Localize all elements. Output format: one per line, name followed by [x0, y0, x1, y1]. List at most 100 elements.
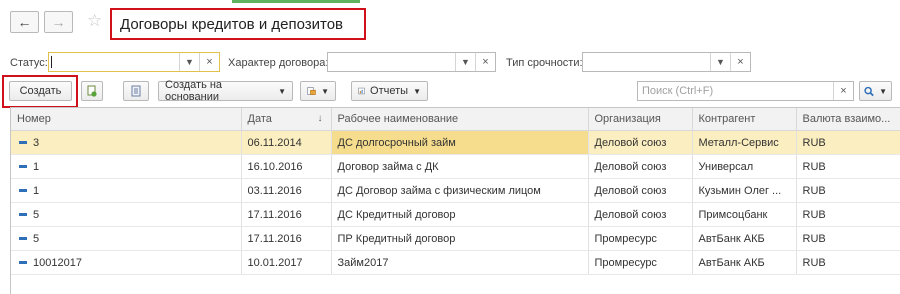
status-label: Статус: [10, 57, 48, 69]
cell-currency[interactable]: RUB [796, 130, 900, 155]
contracts-table[interactable]: Номер Дата ↓ Рабочее наименование Организ… [10, 107, 900, 294]
cell-number[interactable]: 5 [11, 202, 242, 227]
sort-down-icon: ↓ [317, 113, 323, 124]
cell-counterparty[interactable]: Кузьмин Олег ... [692, 178, 797, 203]
list-button[interactable] [123, 81, 149, 101]
term-type-input[interactable] [583, 53, 710, 71]
arrow-right-icon: → [51, 14, 66, 30]
table-row[interactable]: 1 03.11.2016 ДС Договор займа с физическим… [11, 178, 900, 203]
cell-name[interactable]: Договор займа с ДК [331, 154, 589, 179]
cell-date[interactable]: 03.11.2016 [241, 178, 332, 203]
cell-organization[interactable]: Промресурс [588, 250, 693, 275]
cell-number[interactable]: 3 [11, 130, 242, 155]
term-type-field[interactable]: ▼ × [582, 52, 751, 72]
cell-date[interactable]: 17.11.2016 [241, 202, 332, 227]
status-input[interactable] [49, 53, 179, 71]
forward-button[interactable]: → [44, 11, 73, 33]
contract-type-label: Характер договора: [228, 57, 329, 69]
cell-organization[interactable]: Деловой союз [588, 178, 693, 203]
contract-type-input[interactable] [328, 53, 455, 71]
cell-number[interactable]: 10012017 [11, 250, 242, 275]
cell-currency[interactable]: RUB [796, 226, 900, 251]
cell-name[interactable]: ДС Договор займа с физическим лицом [331, 178, 589, 203]
column-header-date[interactable]: Дата ↓ [241, 108, 332, 131]
cell-currency[interactable]: RUB [796, 250, 900, 275]
create-button[interactable]: Создать [9, 81, 72, 101]
cell-counterparty[interactable]: АвтБанк АКБ [692, 250, 797, 275]
cell-number[interactable]: 1 [11, 154, 242, 179]
document-row-icon [19, 141, 27, 145]
search-input[interactable] [638, 82, 833, 100]
create-label: Создать [19, 85, 62, 97]
cell-date[interactable]: 10.01.2017 [241, 250, 332, 275]
cell-counterparty[interactable]: Металл-Сервис [692, 130, 797, 155]
report-icon [358, 87, 365, 95]
arrow-left-icon: ← [17, 14, 32, 30]
create-based-label: Создать на основании [165, 79, 223, 103]
cell-name[interactable]: Займ2017 [331, 250, 589, 275]
search-button[interactable]: ▼ [859, 81, 892, 101]
column-header-currency[interactable]: Валюта взаимо... [796, 108, 900, 131]
back-button[interactable]: ← [10, 11, 39, 33]
close-icon[interactable]: × [833, 82, 853, 100]
create-based-on-button[interactable]: Создать на основании ▼ [158, 79, 293, 103]
search-field[interactable]: × [637, 81, 854, 101]
column-header-organization[interactable]: Организация [588, 108, 693, 131]
cell-organization[interactable]: Промресурс [588, 226, 693, 251]
chevron-down-icon: ▼ [278, 86, 286, 96]
reports-label: Отчеты [370, 85, 409, 97]
cell-organization[interactable]: Деловой союз [588, 130, 693, 155]
cell-organization[interactable]: Деловой союз [588, 202, 693, 227]
reports-button[interactable]: Отчеты ▼ [351, 81, 428, 101]
document-row-icon [19, 189, 27, 193]
search-icon [864, 86, 874, 96]
chevron-down-icon[interactable]: ▼ [179, 53, 199, 71]
print-icon [307, 87, 316, 95]
column-header-name[interactable]: Рабочее наименование [331, 108, 589, 131]
print-button[interactable]: ▼ [300, 81, 336, 101]
cell-name[interactable]: ДС Кредитный договор [331, 202, 589, 227]
cell-number[interactable]: 5 [11, 226, 242, 251]
table-row[interactable]: 1 16.10.2016 Договор займа с ДК Деловой сою… [11, 154, 900, 179]
cell-date[interactable]: 16.10.2016 [241, 154, 332, 179]
chevron-down-icon: ▼ [413, 86, 421, 96]
column-header-number[interactable]: Номер [11, 108, 242, 131]
table-row[interactable]: 5 17.11.2016 ПР Кредитный договор Промресур… [11, 226, 900, 251]
top-strip [0, 0, 900, 3]
chevron-down-icon[interactable]: ▼ [710, 53, 730, 71]
cell-counterparty[interactable]: Универсал [692, 154, 797, 179]
title-highlight: Договоры кредитов и депозитов [110, 8, 366, 40]
cell-date[interactable]: 06.11.2014 [241, 130, 332, 155]
close-icon[interactable]: × [730, 53, 750, 71]
cell-currency[interactable]: RUB [796, 178, 900, 203]
cell-counterparty[interactable]: АвтБанк АКБ [692, 226, 797, 251]
close-icon[interactable]: × [199, 53, 219, 71]
cell-counterparty[interactable]: Примсоцбанк [692, 202, 797, 227]
chevron-down-icon: ▼ [321, 86, 329, 96]
table-row[interactable]: 3 06.11.2014 ДС долгосрочный займ Деловой с… [11, 130, 900, 155]
cell-name[interactable]: ДС долгосрочный займ [331, 130, 589, 155]
chevron-down-icon[interactable]: ▼ [455, 53, 475, 71]
contract-type-field[interactable]: ▼ × [327, 52, 496, 72]
cell-organization[interactable]: Деловой союз [588, 154, 693, 179]
chevron-down-icon: ▼ [879, 86, 887, 96]
table-row[interactable]: 5 17.11.2016 ДС Кредитный договор Деловой с… [11, 202, 900, 227]
document-list-icon [131, 85, 141, 97]
status-field[interactable]: ▼ × [48, 52, 220, 72]
document-row-icon [19, 165, 27, 169]
cell-currency[interactable]: RUB [796, 154, 900, 179]
cell-currency[interactable]: RUB [796, 202, 900, 227]
table-header: Номер Дата ↓ Рабочее наименование Организ… [11, 108, 900, 131]
close-icon[interactable]: × [475, 53, 495, 71]
cell-name[interactable]: ПР Кредитный договор [331, 226, 589, 251]
column-header-counterparty[interactable]: Контрагент [692, 108, 797, 131]
document-row-icon [19, 237, 27, 241]
cell-number[interactable]: 1 [11, 178, 242, 203]
active-tab-indicator [232, 0, 360, 3]
page-title: Договоры кредитов и депозитов [120, 15, 344, 33]
table-row[interactable]: 10012017 10.01.2017 Займ2017 Промресурс АвтБ… [11, 250, 900, 275]
document-row-icon [19, 261, 27, 265]
star-icon[interactable]: ☆ [87, 11, 102, 31]
cell-date[interactable]: 17.11.2016 [241, 226, 332, 251]
copy-button[interactable] [81, 81, 103, 101]
